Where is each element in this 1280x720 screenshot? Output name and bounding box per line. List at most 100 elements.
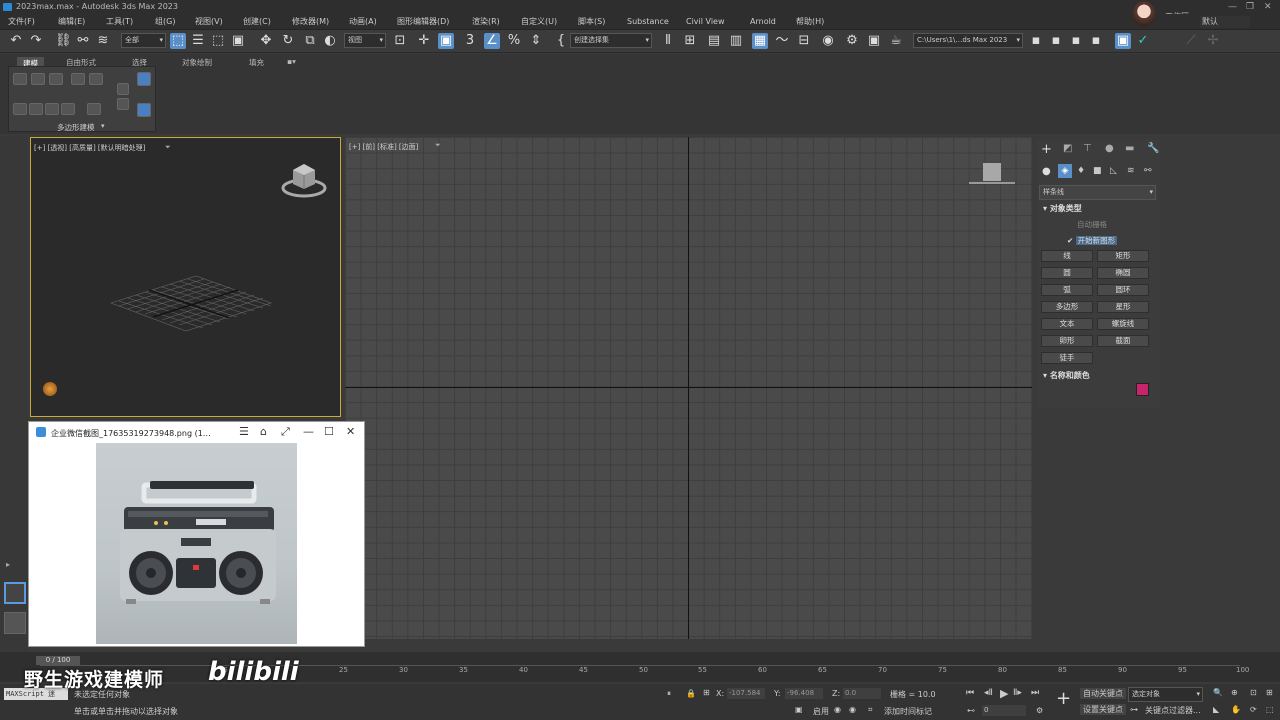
zoom-extents-all-icon[interactable]: ⊞: [1266, 688, 1273, 697]
menu-civil-view[interactable]: Civil View: [686, 16, 725, 28]
time-tag-icon[interactable]: ⌗: [868, 705, 873, 715]
scale-icon[interactable]: ⧉: [302, 33, 318, 49]
bind-spacewarp-icon[interactable]: ≋: [95, 33, 111, 49]
ribbon-btn-1[interactable]: [13, 73, 27, 85]
selection-filter-dropdown[interactable]: 全部: [121, 33, 166, 48]
ribbon-btn-14[interactable]: [87, 103, 101, 115]
panel-label[interactable]: 多边形建模: [57, 122, 95, 133]
pan-icon[interactable]: ✋: [1231, 705, 1241, 714]
object-type-header[interactable]: ▾ 对象类型: [1043, 203, 1082, 214]
link-icon[interactable]: ⛓: [55, 33, 72, 49]
menu-animation[interactable]: 动画(A): [349, 16, 377, 28]
edit-named-sel-icon[interactable]: {: [553, 33, 569, 49]
ribbon-btn-8[interactable]: [137, 72, 151, 86]
key-filter-icon[interactable]: ⊶: [1130, 705, 1138, 714]
front-viewcube-icon[interactable]: [967, 159, 1017, 189]
maximize-viewport-icon[interactable]: ⬚: [1266, 705, 1274, 714]
zoom-extents-icon[interactable]: ⊡: [1250, 688, 1257, 697]
menu-rendering[interactable]: 渲染(R): [472, 16, 500, 28]
adaptive-degrade-icon[interactable]: ▣: [795, 705, 803, 714]
rect-selection-icon[interactable]: ⬚: [210, 33, 226, 49]
line-button[interactable]: 线: [1041, 250, 1093, 262]
curve-editor-icon[interactable]: 〜: [774, 33, 790, 49]
y-field[interactable]: -96.408: [785, 688, 823, 699]
lights-icon[interactable]: ♦: [1077, 166, 1085, 176]
z-field[interactable]: 0.0: [843, 688, 881, 699]
key-filters-button[interactable]: 关键点过滤器...: [1145, 705, 1201, 716]
display-tab-icon[interactable]: ▬: [1125, 143, 1134, 154]
manipulate-icon[interactable]: ✛: [416, 33, 432, 49]
move-icon[interactable]: ✥: [258, 33, 274, 49]
ribbon-btn-4[interactable]: [71, 73, 85, 85]
key-mode-icon[interactable]: ⊷: [967, 706, 975, 715]
menu-modifiers[interactable]: 修改器(M): [292, 16, 329, 28]
ribbon-btn-11[interactable]: [29, 103, 43, 115]
current-frame-field[interactable]: 0: [982, 705, 1026, 716]
add-time-tag[interactable]: 添加时间标记: [884, 706, 932, 717]
helix-button[interactable]: 螺旋线: [1097, 318, 1149, 330]
menu-view[interactable]: 视图(V): [195, 16, 223, 28]
front-viewport-label[interactable]: [+] [前] [标准] [边面]: [349, 142, 418, 152]
name-color-header[interactable]: ▾ 名称和颜色: [1043, 370, 1090, 381]
shapes-icon[interactable]: ◈: [1058, 164, 1072, 178]
rotate-icon[interactable]: ↻: [280, 33, 296, 49]
project-path-dropdown[interactable]: C:\Users\1\…ds Max 2023: [913, 33, 1023, 48]
menu-file[interactable]: 文件(F): [8, 16, 35, 28]
setkey-button[interactable]: 设置关键点: [1080, 704, 1126, 715]
menu-icon[interactable]: ☰: [239, 425, 249, 438]
menu-substance[interactable]: Substance: [627, 16, 669, 28]
keyboard-shortcut-icon[interactable]: ▣: [438, 33, 454, 49]
tab-populate[interactable]: 填充: [249, 57, 264, 68]
user-avatar[interactable]: [1133, 1, 1155, 27]
enable-label[interactable]: 启用: [813, 706, 829, 717]
autokey-button[interactable]: 自动关键点: [1080, 688, 1126, 699]
mirror-icon[interactable]: ⫴: [660, 33, 676, 49]
snaps-toggle-icon[interactable]: 3: [462, 33, 478, 49]
zoom-icon[interactable]: 🔍: [1213, 688, 1223, 697]
panel-expand-icon[interactable]: ▾: [101, 122, 105, 130]
menu-create[interactable]: 创建(C): [243, 16, 271, 28]
tool-c-icon[interactable]: ▪: [1088, 33, 1104, 49]
menu-help[interactable]: 帮助(H): [796, 16, 824, 28]
goto-end-icon[interactable]: ⏭: [1031, 688, 1039, 698]
ribbon-btn-10[interactable]: [13, 103, 27, 115]
schematic-view-icon[interactable]: ⊟: [796, 33, 812, 49]
perspective-viewport-label[interactable]: [+] [透视] [高质量] [默认明暗处理]: [34, 143, 145, 153]
scene-explorer-icon[interactable]: ▥: [728, 33, 744, 49]
object-color-swatch[interactable]: [1136, 383, 1149, 396]
menu-group[interactable]: 组(G): [155, 16, 175, 28]
modify-tab-icon[interactable]: ◩: [1063, 143, 1072, 154]
perspective-viewport[interactable]: [+] [透视] [高质量] [默认明暗处理] ⏷: [30, 137, 341, 417]
menu-scripting[interactable]: 脚本(S): [578, 16, 605, 28]
menu-tools[interactable]: 工具(T): [106, 16, 133, 28]
ribbon-btn-7[interactable]: [117, 98, 129, 110]
circle-button[interactable]: 圆: [1041, 267, 1093, 279]
menu-customize[interactable]: 自定义(U): [521, 16, 557, 28]
ribbon-btn-5[interactable]: [89, 73, 103, 85]
named-selection-dropdown[interactable]: 创建选择集: [570, 33, 652, 48]
unlink-icon[interactable]: ⚯: [75, 33, 91, 49]
select-by-name-icon[interactable]: ☰: [190, 33, 206, 49]
absolute-mode-icon[interactable]: ⊞: [703, 688, 710, 697]
project-folder-icon[interactable]: ▪: [1028, 33, 1044, 49]
spinner-snap-icon[interactable]: ⇕: [528, 33, 544, 49]
check-icon[interactable]: ✓: [1135, 33, 1151, 49]
ribbon-toggle-icon[interactable]: ▦: [752, 33, 768, 49]
menu-edit[interactable]: 编辑(E): [58, 16, 85, 28]
create-tab-icon[interactable]: +: [1041, 142, 1052, 157]
fov-icon[interactable]: ◣: [1213, 705, 1219, 714]
selected-objects-dropdown[interactable]: 选定对象: [1128, 687, 1203, 702]
x-field[interactable]: -107.584: [727, 688, 765, 699]
next-frame-icon[interactable]: Ⅱ▸: [1013, 688, 1022, 698]
timeline[interactable]: 0 / 100 15 25 30 35 40 45 50 55 60 65 70…: [0, 652, 1280, 682]
enable-toggle-icon[interactable]: ◉: [834, 705, 841, 714]
menu-graph-editors[interactable]: 图形编辑器(D): [397, 16, 449, 28]
viewport-filter-icon[interactable]: ⏷: [165, 143, 171, 152]
prev-frame-icon[interactable]: ◂Ⅱ: [984, 688, 993, 698]
ribbon-btn-12[interactable]: [45, 103, 59, 115]
tool-d-icon[interactable]: ▣: [1115, 33, 1131, 49]
set-key-big-icon[interactable]: +: [1056, 688, 1071, 709]
text-button[interactable]: 文本: [1041, 318, 1093, 330]
undo-icon[interactable]: ↶: [8, 33, 24, 49]
arc-button[interactable]: 弧: [1041, 284, 1093, 296]
